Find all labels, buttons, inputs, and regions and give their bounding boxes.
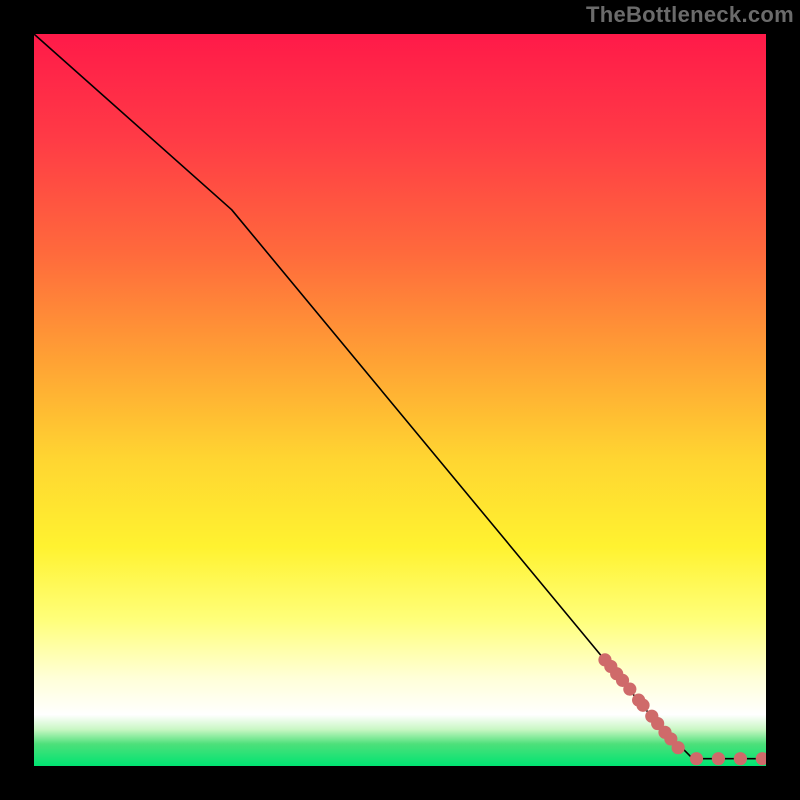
- data-point-marker: [632, 694, 645, 707]
- data-point-marker: [604, 660, 617, 673]
- data-point-marker: [645, 710, 658, 723]
- watermark-label: TheBottleneck.com: [586, 2, 794, 28]
- data-point-marker: [690, 752, 703, 765]
- plot-area: [34, 34, 766, 766]
- data-point-marker: [664, 732, 677, 745]
- data-markers: [598, 653, 766, 765]
- data-point-marker: [734, 752, 747, 765]
- data-point-marker: [623, 683, 636, 696]
- bottleneck-curve: [34, 34, 766, 759]
- data-point-marker: [610, 667, 623, 680]
- data-point-marker: [598, 653, 611, 666]
- data-point-marker: [636, 699, 649, 712]
- chart-overlay-svg: [34, 34, 766, 766]
- data-point-marker: [616, 674, 629, 687]
- data-point-marker: [756, 752, 766, 765]
- data-point-marker: [712, 752, 725, 765]
- data-point-marker: [658, 726, 671, 739]
- data-point-marker: [651, 717, 664, 730]
- chart-frame: TheBottleneck.com: [0, 0, 800, 800]
- data-point-marker: [672, 741, 685, 754]
